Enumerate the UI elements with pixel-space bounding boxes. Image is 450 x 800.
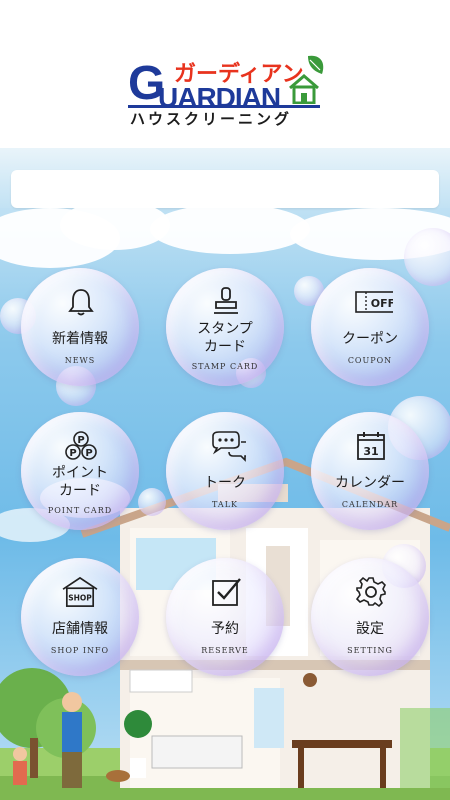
menu-calendar-button[interactable]: 31 カレンダー CALENDAR	[311, 412, 429, 530]
chat-bubbles-icon	[212, 431, 246, 462]
menu-talk-button[interactable]: トーク TALK	[166, 412, 284, 530]
app-header: ガーディアン G UARDIAN ハウスクリーニング	[0, 0, 450, 148]
menu-setting-button[interactable]: 設定 SETTING	[311, 558, 429, 676]
menu-stamp-card-button[interactable]: スタンプ カード STAMP CARD	[166, 268, 284, 386]
menu-sublabel: POINT CARD	[47, 506, 113, 515]
svg-text:SHOP: SHOP	[68, 593, 92, 602]
menu-point-card-button[interactable]: P P P ポイント カード POINT CARD	[21, 412, 139, 530]
menu-label: トーク	[204, 475, 246, 491]
calendar-icon: 31	[357, 432, 385, 460]
gear-icon	[355, 576, 386, 608]
menu-coupon-button[interactable]: OFF クーポン COUPON	[311, 268, 429, 386]
menu-sublabel: CALENDAR	[341, 500, 399, 509]
coupon-off-text: OFF	[371, 297, 393, 310]
menu-label: 予約	[211, 621, 239, 637]
checkbox-icon	[212, 578, 241, 606]
menu-sublabel: COUPON	[347, 356, 393, 365]
menu-label: クーポン	[342, 331, 398, 347]
menu-sublabel: TALK	[212, 500, 238, 509]
svg-text:P: P	[77, 435, 84, 446]
bell-icon	[68, 289, 94, 316]
menu-label: 新着情報	[52, 331, 108, 347]
svg-text:P: P	[85, 448, 92, 459]
point-card-icon: P P P	[65, 431, 97, 460]
menu-sublabel: SHOP INFO	[50, 646, 110, 655]
menu-sublabel: SETTING	[347, 646, 393, 655]
menu-news-button[interactable]: 新着情報 NEWS	[21, 268, 139, 386]
stamp-icon	[214, 287, 238, 314]
menu-label: カレンダー	[335, 475, 405, 491]
house-leaf-icon	[289, 55, 324, 104]
logo-subtitle: ハウスクリーニング	[130, 110, 293, 128]
menu-sublabel: STAMP CARD	[191, 362, 259, 371]
menu-label: スタンプ カード	[197, 321, 253, 355]
menu-reserve-button[interactable]: 予約 RESERVE	[166, 558, 284, 676]
decor-bubble	[138, 488, 166, 516]
menu-label: ポイント カード	[52, 465, 108, 499]
menu-sublabel: NEWS	[64, 356, 96, 365]
menu-sublabel: RESERVE	[201, 646, 249, 655]
svg-text:31: 31	[363, 445, 378, 458]
main-menu-area: 新着情報 NEWS スタンプ カード STAMP CARD OFF クーポン C…	[0, 148, 450, 800]
menu-label: 店舗情報	[52, 621, 108, 637]
svg-text:P: P	[69, 448, 76, 459]
menu-label: 設定	[356, 621, 384, 637]
coupon-icon: OFF	[355, 291, 393, 313]
guardian-logo: ガーディアン G UARDIAN ハウスクリーニング	[126, 48, 326, 130]
shop-icon: SHOP	[62, 576, 98, 607]
menu-shop-info-button[interactable]: SHOP 店舗情報 SHOP INFO	[21, 558, 139, 676]
